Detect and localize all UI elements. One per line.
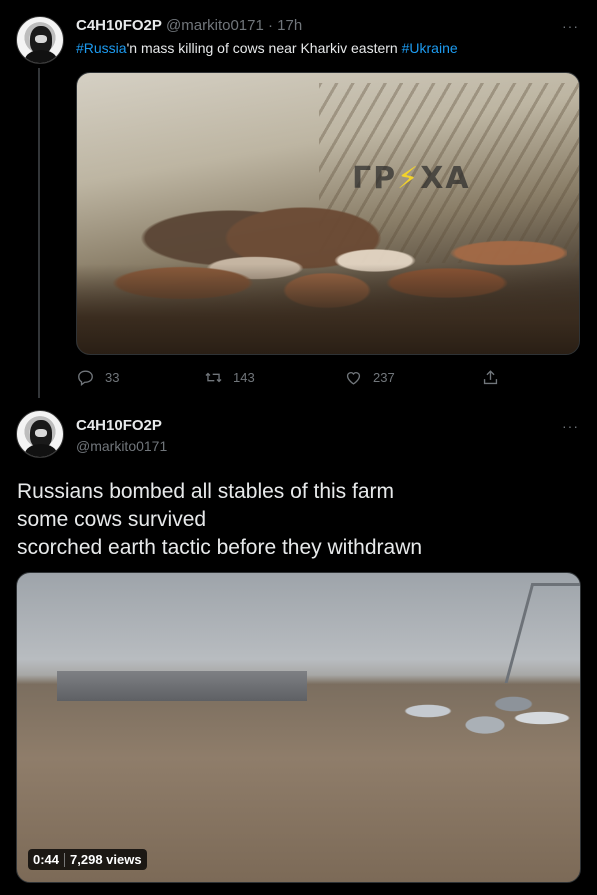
hashtag-link[interactable]: #Russia [76, 40, 127, 56]
separator: · [268, 17, 273, 34]
retweet-count: 143 [233, 370, 255, 385]
avatar[interactable] [16, 410, 64, 458]
video-content [390, 683, 580, 753]
tweet-photo[interactable]: ГР⚡ХА [76, 72, 580, 355]
timestamp[interactable]: 17h [277, 17, 302, 34]
tweet-actions: 33 143 237 [76, 368, 506, 390]
video-info-badge: 0:44 7,298 views [28, 849, 147, 870]
reply-icon [78, 370, 93, 386]
handle[interactable]: @markito0171 [76, 438, 167, 454]
handle[interactable]: @markito0171 [166, 17, 264, 34]
reply-count: 33 [105, 370, 120, 385]
more-icon[interactable]: ··· [562, 418, 579, 434]
more-icon[interactable]: ··· [562, 18, 579, 34]
avatar[interactable] [16, 16, 64, 64]
tweet-text: #Russia'n mass killing of cows near Khar… [76, 40, 458, 56]
photo-ground [77, 264, 579, 354]
retweet-icon [205, 372, 222, 383]
tweet-text: Russians bombed all stables of this farm… [17, 478, 422, 562]
hashtag-link[interactable]: #Ukraine [402, 40, 458, 56]
tweet-text-line: scorched earth tactic before they withdr… [17, 536, 423, 559]
share-button[interactable] [481, 368, 500, 387]
display-name[interactable]: C4H10FO2P [76, 417, 162, 434]
share-icon [483, 370, 498, 385]
tweet-video[interactable] [16, 572, 581, 883]
retweet-button[interactable]: 143 [204, 368, 255, 387]
tweet-text-line: Russians bombed all stables of this farm [17, 480, 395, 503]
like-button[interactable]: 237 [344, 368, 395, 387]
reply-button[interactable]: 33 [76, 368, 119, 387]
video-content [57, 671, 307, 701]
tweet-text-body: 'n mass killing of cows near Kharkiv eas… [126, 40, 402, 56]
watermark: ГР⚡ХА [352, 161, 471, 196]
video-content [504, 583, 580, 683]
video-duration: 0:44 [33, 852, 60, 867]
like-count: 237 [373, 370, 395, 385]
display-name[interactable]: C4H10FO2P [76, 17, 162, 34]
like-icon [346, 372, 361, 385]
video-views: 7,298 views [70, 852, 142, 867]
tweet-header: C4H10FO2P @markito0171 · 17h [76, 17, 302, 34]
thread-connector-line [38, 68, 40, 398]
tweet-text-line: some cows survived [17, 508, 207, 531]
